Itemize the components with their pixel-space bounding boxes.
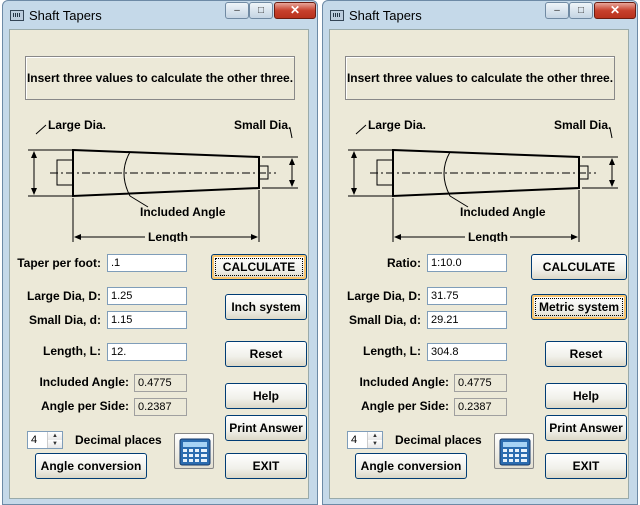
small-dia-input[interactable] bbox=[427, 311, 507, 329]
included-angle-label: Included Angle: bbox=[359, 375, 449, 389]
app-icon bbox=[10, 10, 24, 21]
calculate-button[interactable]: CALCULATE bbox=[211, 254, 307, 280]
maximize-button[interactable]: □ bbox=[569, 2, 593, 19]
length-label: Length, L: bbox=[363, 344, 421, 358]
length-input[interactable] bbox=[107, 343, 187, 361]
large-dia-input[interactable] bbox=[427, 287, 507, 305]
client-area: Insert three values to calculate the oth… bbox=[329, 29, 629, 499]
reset-button[interactable]: Reset bbox=[545, 341, 627, 367]
spinner-arrows[interactable]: ▲ ▼ bbox=[367, 432, 382, 448]
spinner-arrows[interactable]: ▲ ▼ bbox=[47, 432, 62, 448]
diagram-included-angle-label: Included Angle bbox=[140, 205, 226, 219]
small-dia-label: Small Dia, d: bbox=[348, 313, 421, 327]
decimal-places-spinner[interactable]: 4 ▲ ▼ bbox=[347, 431, 383, 449]
print-answer-button[interactable]: Print Answer bbox=[545, 415, 627, 441]
length-input[interactable] bbox=[427, 343, 507, 361]
decimal-places-value: 4 bbox=[31, 434, 38, 446]
exit-button[interactable]: EXIT bbox=[545, 453, 627, 479]
angle-per-side-label: Angle per Side: bbox=[40, 399, 129, 413]
reset-button[interactable]: Reset bbox=[225, 341, 307, 367]
print-answer-button[interactable]: Print Answer bbox=[225, 415, 307, 441]
help-button[interactable]: Help bbox=[545, 383, 627, 409]
calculator-icon bbox=[499, 438, 531, 466]
large-dia-input[interactable] bbox=[107, 287, 187, 305]
taper-diagram: Large Dia. Small Dia. Included Angle Len… bbox=[28, 118, 298, 242]
diagram-length-label: Length bbox=[468, 230, 508, 242]
minimize-button[interactable]: – bbox=[545, 2, 569, 19]
angle-per-side-output: 0.2387 bbox=[134, 398, 187, 416]
close-button[interactable]: ✕ bbox=[274, 2, 316, 19]
diagram-included-angle-label: Included Angle bbox=[460, 205, 546, 219]
inch-system-button[interactable]: Inch system bbox=[225, 294, 307, 320]
ratio-label: Ratio: bbox=[387, 256, 421, 270]
included-angle-output: 0.4775 bbox=[134, 374, 187, 392]
large-dia-label: Large Dia, D: bbox=[26, 289, 101, 303]
instruction-text: Insert three values to calculate the oth… bbox=[345, 56, 615, 100]
spin-down-icon[interactable]: ▼ bbox=[368, 440, 382, 448]
spin-up-icon[interactable]: ▲ bbox=[368, 432, 382, 440]
calculator-icon bbox=[179, 438, 211, 466]
decimal-places-label: Decimal places bbox=[395, 433, 482, 447]
taper-per-foot-input[interactable] bbox=[107, 254, 187, 272]
ratio-input[interactable] bbox=[427, 254, 507, 272]
app-icon bbox=[330, 10, 344, 21]
length-label: Length, L: bbox=[43, 344, 101, 358]
window-shaft-tapers-inch: Shaft Tapers – □ ✕ Insert three values t… bbox=[2, 0, 318, 505]
spin-down-icon[interactable]: ▼ bbox=[48, 440, 62, 448]
calculator-button[interactable] bbox=[494, 433, 534, 469]
included-angle-output: 0.4775 bbox=[454, 374, 507, 392]
decimal-places-spinner[interactable]: 4 ▲ ▼ bbox=[27, 431, 63, 449]
spin-up-icon[interactable]: ▲ bbox=[48, 432, 62, 440]
diagram-length-label: Length bbox=[148, 230, 188, 242]
client-area: Insert three values to calculate the oth… bbox=[9, 29, 309, 499]
calculate-button[interactable]: CALCULATE bbox=[531, 254, 627, 280]
small-dia-label: Small Dia, d: bbox=[28, 313, 101, 327]
title-bar[interactable]: Shaft Tapers – □ ✕ bbox=[323, 1, 637, 29]
diagram-large-dia-label: Large Dia. bbox=[368, 118, 426, 132]
angle-conversion-button[interactable]: Angle conversion bbox=[35, 453, 147, 479]
window-shaft-tapers-metric: Shaft Tapers – □ ✕ Insert three values t… bbox=[322, 0, 638, 505]
maximize-button[interactable]: □ bbox=[249, 2, 273, 19]
small-dia-input[interactable] bbox=[107, 311, 187, 329]
instruction-text: Insert three values to calculate the oth… bbox=[25, 56, 295, 100]
decimal-places-label: Decimal places bbox=[75, 433, 162, 447]
diagram-small-dia-label: Small Dia. bbox=[554, 118, 611, 132]
diagram-small-dia-label: Small Dia. bbox=[234, 118, 291, 132]
minimize-button[interactable]: – bbox=[225, 2, 249, 19]
diagram-large-dia-label: Large Dia. bbox=[48, 118, 106, 132]
title-bar[interactable]: Shaft Tapers – □ ✕ bbox=[3, 1, 317, 29]
included-angle-label: Included Angle: bbox=[39, 375, 129, 389]
large-dia-label: Large Dia, D: bbox=[346, 289, 421, 303]
decimal-places-value: 4 bbox=[351, 434, 358, 446]
close-button[interactable]: ✕ bbox=[594, 2, 636, 19]
angle-per-side-output: 0.2387 bbox=[454, 398, 507, 416]
angle-per-side-label: Angle per Side: bbox=[360, 399, 449, 413]
exit-button[interactable]: EXIT bbox=[225, 453, 307, 479]
window-title: Shaft Tapers bbox=[29, 8, 102, 23]
metric-system-button[interactable]: Metric system bbox=[531, 294, 627, 320]
taper-diagram: Large Dia. Small Dia. Included Angle Len… bbox=[348, 118, 618, 242]
taper-per-foot-label: Taper per foot: bbox=[17, 256, 101, 270]
calculator-button[interactable] bbox=[174, 433, 214, 469]
angle-conversion-button[interactable]: Angle conversion bbox=[355, 453, 467, 479]
window-title: Shaft Tapers bbox=[349, 8, 422, 23]
help-button[interactable]: Help bbox=[225, 383, 307, 409]
